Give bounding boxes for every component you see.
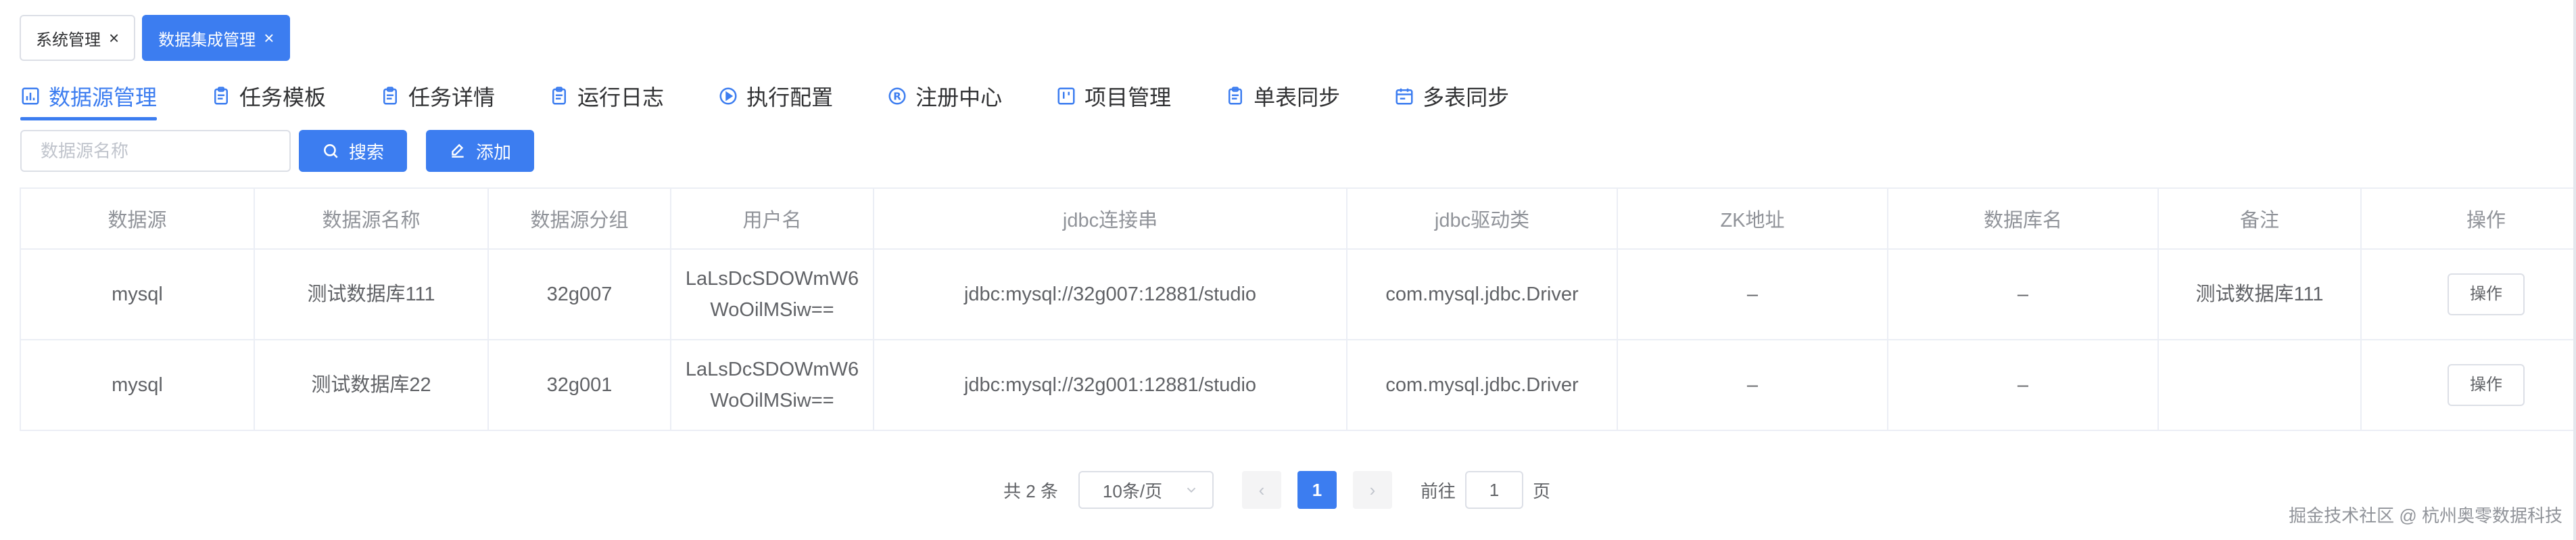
cell-zk-address: – [1617,339,1888,431]
row-action-button[interactable]: 操作 [2448,364,2525,406]
row-action-button[interactable]: 操作 [2448,273,2525,315]
tab-multi-sync[interactable]: 多表同步 [1394,70,1509,122]
username-line-1: LaLsDcSDOWmW6 [685,268,859,290]
cell-actions: 操作 [2360,339,2576,431]
tags-bar: 系统管理 × 数据集成管理 × [20,15,291,61]
tab-registry[interactable]: R 注册中心 [887,70,1002,122]
nav-tabs: 数据源管理 任务模板 任务详情 运行日志 执行配置 R 注册中心 项目管理 单表… [20,70,1563,122]
cell-remark: 测试数据库111 [2157,248,2362,340]
page-number-current[interactable]: 1 [1297,471,1337,509]
search-button-label: 搜索 [349,141,385,162]
tab-exec-config[interactable]: 执行配置 [718,70,833,122]
cell-datasource-name: 测试数据库111 [254,248,489,340]
toolbar: 搜索 添加 [20,130,535,172]
cell-datasource-group: 32g007 [487,248,671,340]
datasource-table: 数据源 数据源名称 数据源分组 用户名 jdbc连接串 jdbc驱动类 ZK地址… [20,187,2576,431]
table-header-row: 数据源 数据源名称 数据源分组 用户名 jdbc连接串 jdbc驱动类 ZK地址… [20,187,2576,250]
cell-db-name: – [1887,339,2159,431]
bar-chart-icon [22,87,39,105]
tab-datasource[interactable]: 数据源管理 [20,70,158,122]
tab-label: 注册中心 [915,85,1003,110]
goto-page-input[interactable] [1464,471,1523,509]
close-icon[interactable]: × [264,29,274,47]
username-line-2: WoOilMSiw== [710,299,834,321]
search-icon [324,144,338,158]
cell-jdbc-driver: com.mysql.jdbc.Driver [1346,339,1618,431]
username-line-2: WoOilMSiw== [710,390,834,411]
goto-prefix: 前往 [1420,480,1456,501]
column-header: jdbc驱动类 [1346,187,1618,250]
column-header: 数据源 [20,187,255,250]
column-header: 数据库名 [1887,187,2159,250]
column-header: jdbc连接串 [873,187,1347,250]
cell-remark [2157,339,2362,431]
clipboard-icon [1229,87,1243,105]
cell-datasource-type: mysql [20,248,255,340]
tab-label: 任务模板 [239,85,327,110]
total-count: 共 2 条 [1003,480,1058,501]
kanban-icon [1057,87,1075,105]
scrollbar-edge [2573,0,2576,540]
cell-datasource-group: 32g001 [487,339,671,431]
calendar-icon [1396,88,1413,105]
tag-data-integration[interactable]: 数据集成管理 × [142,15,291,61]
cell-jdbc-url: jdbc:mysql://32g007:12881/studio [873,248,1347,340]
column-header: 备注 [2157,187,2362,250]
tab-task-template[interactable]: 任务模板 [211,70,326,122]
watermark: 掘金技术社区 @ 杭州奥零数据科技 [2289,505,2562,526]
tab-run-log[interactable]: 运行日志 [549,70,664,122]
cell-username: LaLsDcSDOWmW6 WoOilMSiw== [670,248,874,340]
tab-label: 运行日志 [577,85,665,110]
table-row: mysql 测试数据库22 32g001 LaLsDcSDOWmW6 WoOil… [20,339,2576,431]
pagination: 共 2 条 10条/页 ‹ 1 › 前往 页 [1003,471,1550,509]
cell-datasource-name: 测试数据库22 [254,339,489,431]
tab-label: 单表同步 [1254,85,1341,110]
add-button[interactable]: 添加 [426,130,535,172]
tag-label: 数据集成管理 [158,30,256,49]
page-size-select[interactable]: 10条/页 [1078,471,1214,509]
clipboard-icon [383,87,398,105]
column-header: 数据源名称 [254,187,489,250]
tag-system-management[interactable]: 系统管理 × [20,15,136,61]
column-header: 用户名 [670,187,874,250]
cell-actions: 操作 [2360,248,2576,340]
search-button[interactable]: 搜索 [299,130,408,172]
tag-label: 系统管理 [36,30,101,49]
tab-label: 数据源管理 [49,85,158,110]
goto-suffix: 页 [1532,480,1550,501]
play-circle-icon [719,87,737,105]
cell-datasource-type: mysql [20,339,255,431]
cell-jdbc-driver: com.mysql.jdbc.Driver [1346,248,1618,340]
column-header: 操作 [2360,187,2576,250]
cell-db-name: – [1887,248,2159,340]
cell-username: LaLsDcSDOWmW6 WoOilMSiw== [670,339,874,431]
add-button-label: 添加 [476,141,512,162]
tab-single-sync[interactable]: 单表同步 [1225,70,1340,122]
page-size-value: 10条/页 [1102,480,1163,501]
column-header: ZK地址 [1617,187,1888,250]
prev-page-button[interactable]: ‹ [1241,471,1281,509]
tab-task-detail[interactable]: 任务详情 [380,70,495,122]
tab-label: 任务详情 [408,85,496,110]
registered-icon: R [888,87,906,105]
tab-label: 多表同步 [1423,85,1510,110]
clipboard-icon [552,87,567,105]
chevron-down-icon [1187,487,1196,493]
tab-label: 执行配置 [746,85,834,110]
datasource-name-search-input[interactable] [20,130,291,172]
column-header: 数据源分组 [487,187,671,250]
next-page-button[interactable]: › [1352,471,1392,509]
cell-zk-address: – [1617,248,1888,340]
username-line-1: LaLsDcSDOWmW6 [685,359,859,380]
edit-icon [452,143,464,158]
tab-label: 项目管理 [1084,85,1172,110]
svg-text:R: R [893,91,901,103]
cell-jdbc-url: jdbc:mysql://32g001:12881/studio [873,339,1347,431]
goto-page: 前往 页 [1421,471,1550,509]
clipboard-icon [214,87,229,105]
close-icon[interactable]: × [109,29,119,47]
table-row: mysql 测试数据库111 32g007 LaLsDcSDOWmW6 WoOi… [20,248,2576,340]
tab-project[interactable]: 项目管理 [1056,70,1171,122]
